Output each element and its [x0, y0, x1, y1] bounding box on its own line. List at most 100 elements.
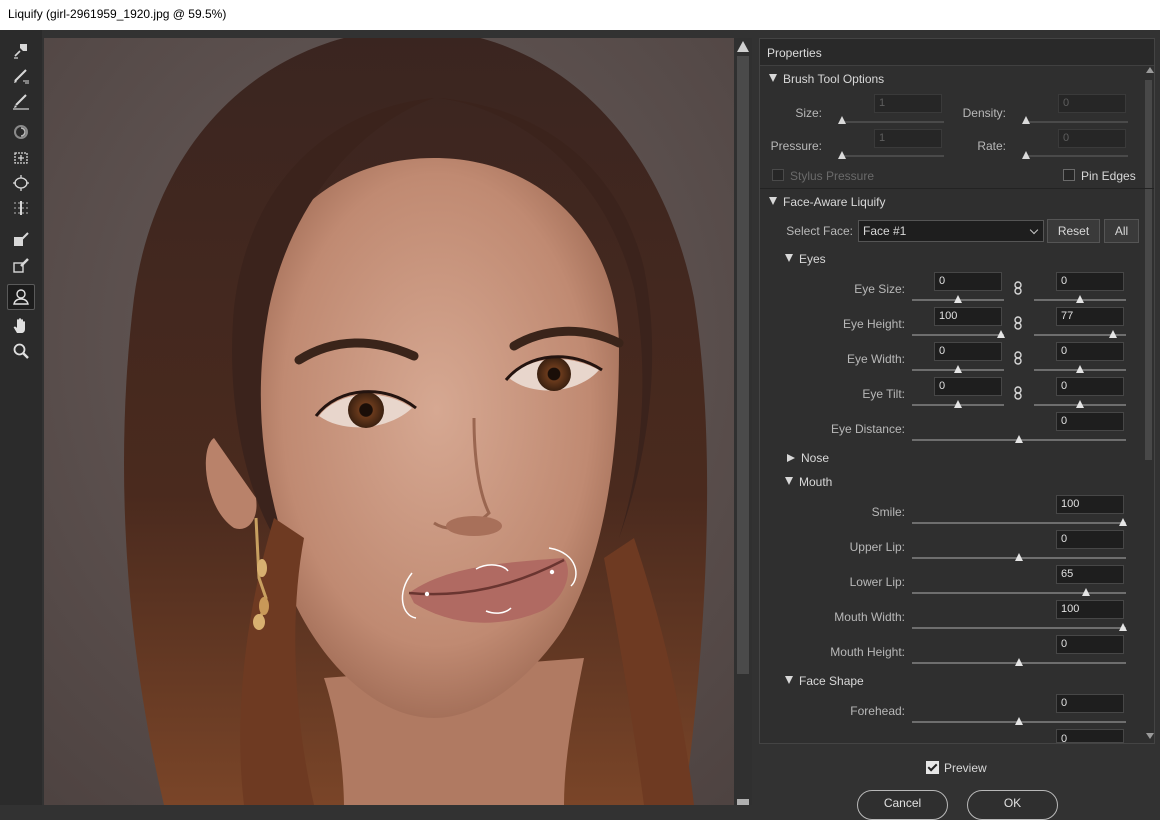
- mouth-height-label: Mouth Height:: [830, 645, 905, 659]
- mouth-width-thumb[interactable]: [1119, 623, 1127, 631]
- eye-width-left-input[interactable]: 0: [934, 342, 1002, 361]
- eye-tilt-right-input[interactable]: 0: [1056, 377, 1124, 396]
- link-icon[interactable]: [1013, 281, 1023, 295]
- eyes-heading[interactable]: Eyes: [785, 252, 826, 266]
- eye-height-left-thumb[interactable]: [997, 330, 1005, 338]
- upper-lip-input[interactable]: 0: [1056, 530, 1124, 549]
- mouth-width-slider[interactable]: [912, 627, 1126, 629]
- title-bar: Liquify (girl-2961959_1920.jpg @ 59.5%): [0, 0, 1160, 30]
- eye-tilt-left-thumb[interactable]: [954, 400, 962, 408]
- smooth-icon[interactable]: [7, 90, 35, 112]
- eye-distance-thumb[interactable]: [1015, 435, 1023, 443]
- eye-tilt-label: Eye Tilt:: [862, 387, 905, 401]
- panel-scroll-up-icon[interactable]: [1146, 67, 1154, 73]
- nose-heading[interactable]: Nose: [787, 451, 829, 465]
- rate-slider-thumb[interactable]: [1022, 151, 1030, 159]
- rate-label: Rate:: [977, 139, 1006, 153]
- smile-input[interactable]: 100: [1056, 495, 1124, 514]
- canvas-scrollbar[interactable]: [734, 38, 752, 805]
- face-aware-heading[interactable]: Face-Aware Liquify: [769, 195, 886, 209]
- eye-size-right-input[interactable]: 0: [1056, 272, 1124, 291]
- freeze-mask-icon[interactable]: [7, 229, 35, 251]
- collapse-triangle-icon: [785, 676, 793, 684]
- twirl-icon[interactable]: [7, 121, 35, 143]
- pressure-slider[interactable]: [840, 155, 944, 157]
- pin-edges-checkbox[interactable]: [1063, 169, 1075, 181]
- density-slider[interactable]: [1024, 121, 1128, 123]
- upper-lip-thumb[interactable]: [1015, 553, 1023, 561]
- link-icon[interactable]: [1013, 351, 1023, 365]
- mouth-height-input[interactable]: 0: [1056, 635, 1124, 654]
- lower-lip-thumb[interactable]: [1082, 588, 1090, 596]
- eye-distance-label: Eye Distance:: [830, 422, 905, 436]
- scroll-up-icon[interactable]: [737, 41, 749, 52]
- mouth-height-thumb[interactable]: [1015, 658, 1023, 666]
- lower-lip-input[interactable]: 65: [1056, 565, 1124, 584]
- eye-height-right-input[interactable]: 77: [1056, 307, 1124, 326]
- size-slider[interactable]: [840, 121, 944, 123]
- image-canvas[interactable]: [44, 38, 734, 805]
- scroll-down-icon[interactable]: [737, 799, 749, 805]
- scroll-thumb[interactable]: [737, 56, 749, 674]
- size-input[interactable]: 1: [874, 94, 942, 113]
- all-button[interactable]: All: [1104, 219, 1139, 243]
- smile-label: Smile:: [871, 505, 905, 519]
- rate-slider[interactable]: [1024, 155, 1128, 157]
- reconstruct-icon[interactable]: [7, 65, 35, 87]
- pressure-input[interactable]: 1: [874, 129, 942, 148]
- collapse-triangle-icon: [769, 74, 777, 82]
- link-icon[interactable]: [1013, 386, 1023, 400]
- preview-checkbox[interactable]: [926, 761, 939, 774]
- pucker-icon[interactable]: [7, 147, 35, 169]
- thaw-mask-icon[interactable]: [7, 255, 35, 277]
- forehead-thumb[interactable]: [1015, 717, 1023, 725]
- preview-label: Preview: [944, 761, 987, 775]
- link-icon[interactable]: [1013, 316, 1023, 330]
- expand-triangle-icon: [787, 454, 795, 462]
- eye-width-right-input[interactable]: 0: [1056, 342, 1124, 361]
- rate-input[interactable]: 0: [1058, 129, 1126, 148]
- mouth-heading[interactable]: Mouth: [785, 475, 832, 489]
- size-slider-thumb[interactable]: [838, 116, 846, 124]
- bloat-icon[interactable]: [7, 172, 35, 194]
- reset-button[interactable]: Reset: [1047, 219, 1100, 243]
- eye-height-left-input[interactable]: 100: [934, 307, 1002, 326]
- tools-panel: [0, 30, 42, 805]
- hand-icon[interactable]: [7, 315, 35, 337]
- eye-tilt-right-thumb[interactable]: [1076, 400, 1084, 408]
- pressure-slider-thumb[interactable]: [838, 151, 846, 159]
- stylus-pressure-checkbox[interactable]: [772, 169, 784, 181]
- eye-size-left-thumb[interactable]: [954, 295, 962, 303]
- eye-tilt-left-input[interactable]: 0: [934, 377, 1002, 396]
- density-slider-thumb[interactable]: [1022, 116, 1030, 124]
- lower-lip-slider[interactable]: [912, 592, 1126, 594]
- density-input[interactable]: 0: [1058, 94, 1126, 113]
- smile-slider[interactable]: [912, 522, 1126, 524]
- eye-height-left-slider[interactable]: [912, 334, 1004, 336]
- select-face-dropdown[interactable]: Face #1: [858, 220, 1044, 242]
- panel-scroll-thumb[interactable]: [1145, 80, 1152, 460]
- brush-options-heading[interactable]: Brush Tool Options: [769, 72, 884, 86]
- face-tool-icon[interactable]: [7, 284, 35, 310]
- lower-lip-label: Lower Lip:: [849, 575, 905, 589]
- select-face-label: Select Face:: [786, 224, 853, 238]
- eye-distance-input[interactable]: 0: [1056, 412, 1124, 431]
- properties-header: Properties: [760, 39, 1154, 66]
- eye-width-left-thumb[interactable]: [954, 365, 962, 373]
- eye-height-right-thumb[interactable]: [1109, 330, 1117, 338]
- panel-scroll-down-icon[interactable]: [1146, 733, 1154, 739]
- cancel-button[interactable]: Cancel: [857, 790, 948, 820]
- forehead-input[interactable]: 0: [1056, 694, 1124, 713]
- mouth-width-input[interactable]: 100: [1056, 600, 1124, 619]
- eye-size-left-input[interactable]: 0: [934, 272, 1002, 291]
- forward-warp-icon[interactable]: [7, 39, 35, 61]
- eye-width-right-thumb[interactable]: [1076, 365, 1084, 373]
- ok-button[interactable]: OK: [967, 790, 1058, 820]
- face-shape-heading[interactable]: Face Shape: [785, 674, 864, 688]
- smile-thumb[interactable]: [1119, 518, 1127, 526]
- properties-title: Properties: [767, 46, 822, 60]
- push-left-icon[interactable]: [7, 197, 35, 219]
- chin-height-input[interactable]: 0: [1056, 729, 1124, 743]
- eye-size-right-thumb[interactable]: [1076, 295, 1084, 303]
- zoom-icon[interactable]: [7, 340, 35, 362]
